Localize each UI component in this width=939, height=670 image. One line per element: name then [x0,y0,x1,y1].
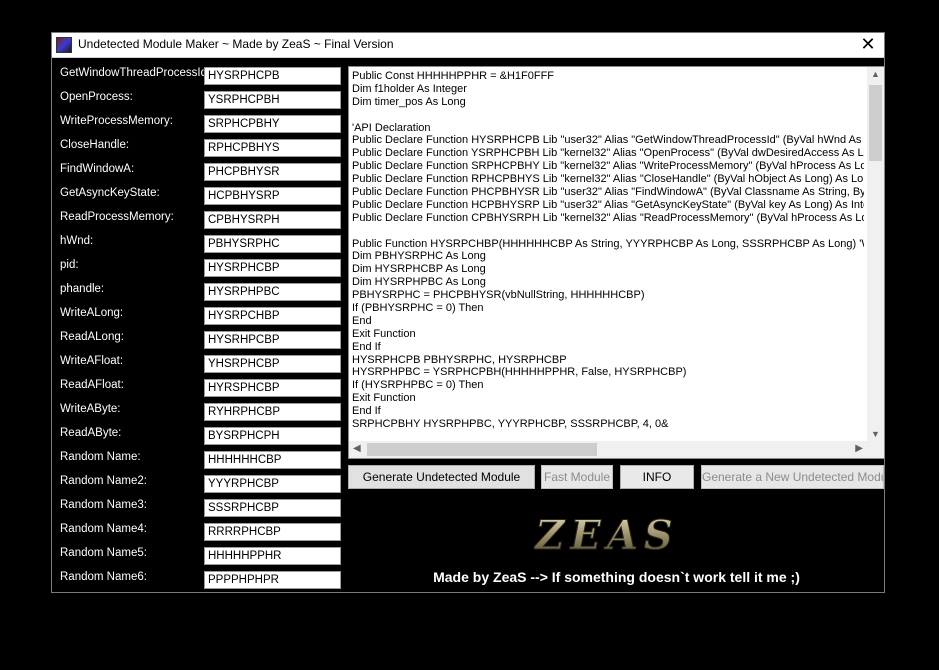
close-button[interactable]: ✕ [852,33,884,57]
field-label: WriteProcessMemory: [60,115,173,127]
code-line: Public Declare Function HYSRPHCPB Lib "u… [352,134,864,147]
field-label: CloseHandle: [60,139,130,151]
code-line: End If [352,340,381,353]
field-input[interactable]: YSRPHCPBH [204,91,341,109]
code-line: PBHYSRPHC = PHCPBHYSR(vbNullString, HHHH… [352,289,645,302]
fast-module-button[interactable]: Fast Module [541,465,613,489]
code-line: Dim HYSRPHCBP As Long [352,263,486,276]
field-input[interactable]: RRRRPHCBP [204,523,341,541]
field-label: Random Name4: [60,523,147,535]
scroll-left-icon[interactable]: ◀ [353,443,361,454]
field-label: GetWindowThreadProcessId: [60,67,211,79]
field-label: hWnd: [60,235,94,247]
generate-module-button[interactable]: Generate Undetected Module [348,465,535,489]
field-label: Random Name2: [60,475,147,487]
window-title: Undetected Module Maker ~ Made by ZeaS ~… [78,37,394,51]
field-label: WriteAFloat: [60,355,124,367]
code-line: HYSRPHPBC = YSRPHCPBH(HHHHHPPHR, False, … [352,366,687,379]
field-input[interactable]: PHCPBHYSR [204,163,341,181]
field-label: WriteAByte: [60,403,121,415]
field-input[interactable]: HYSRHPCBP [204,331,341,349]
field-label: GetAsyncKeyState: [60,187,160,199]
code-line: Public Const HHHHHPPHR = &H1F0FFF [352,70,555,82]
code-line: Public Declare Function PHCPBHYSR Lib "u… [352,186,864,199]
code-line: Public Declare Function CPBHYSRPH Lib "k… [352,211,864,224]
field-input[interactable]: SSSRPHCBP [204,499,341,517]
field-label: OpenProcess: [60,91,133,103]
field-label: WriteALong: [60,307,124,319]
field-input[interactable]: BYSRPHCPH [204,427,341,445]
field-input[interactable]: RYHRPHCBP [204,403,341,421]
code-line: Exit Function [352,327,416,340]
code-line: Public Function HYSRPCHBP(HHHHHHCBP As S… [352,237,864,250]
zeas-logo: ZEAS [533,512,679,560]
code-line: Public Declare Function HCPBHYSRP Lib "u… [352,198,864,211]
code-line: If (PBHYSRPHC = 0) Then [352,302,484,315]
code-line: 'API Declaration [352,121,431,134]
field-label: pid: [60,259,79,271]
field-input[interactable]: HCPBHYSRP [204,187,341,205]
field-label: ReadProcessMemory: [60,211,174,223]
code-line: End [352,314,372,327]
field-label: FindWindowA: [60,163,135,175]
main-window: Undetected Module Maker ~ Made by ZeaS ~… [51,32,885,593]
vertical-scrollbar[interactable]: ▲ ▼ [867,67,884,441]
scroll-corner [867,441,884,458]
field-input[interactable]: HYRSPHCBP [204,379,341,397]
scroll-right-icon[interactable]: ▶ [855,443,863,454]
field-label: Random Name5: [60,547,147,559]
field-input[interactable]: SRPHCPBHY [204,115,341,133]
code-line: HYSRPHCPB PBHYSRPHC, HYSRPHCBP [352,353,567,366]
field-input[interactable]: HYSRPHCBP [204,259,341,277]
code-line: Public Declare Function SRPHCPBHY Lib "k… [352,160,864,173]
horizontal-scrollbar[interactable]: ◀ ▶ [349,441,867,458]
code-output[interactable]: Public Const HHHHHPPHR = &H1F0FFF Dim f1h… [348,66,885,459]
field-input[interactable]: YYYRPHCBP [204,475,341,493]
code-line: Dim PBHYSRPHC As Long [352,250,486,263]
code-line: Public Declare Function YSRPHCPBH Lib "k… [352,147,864,160]
field-label: ReadAByte: [60,427,122,439]
generate-new-module-button[interactable]: Generate a New Undetected Module [701,465,884,489]
code-line: Dim timer_pos As Long [352,95,466,108]
field-label: Random Name: [60,451,141,463]
field-input[interactable]: PBHYSRPHC [204,235,341,253]
scroll-up-icon[interactable]: ▲ [867,69,884,79]
field-input[interactable]: HYSRPCHBP [204,307,341,325]
field-input[interactable]: YHSRPHCBP [204,355,341,373]
code-line: Dim HYSRPHPBC As Long [352,276,486,289]
vertical-scroll-thumb[interactable] [869,85,882,161]
scroll-down-icon[interactable]: ▼ [867,429,884,439]
field-input[interactable]: RPHCPBHYS [204,139,341,157]
field-label: ReadAFloat: [60,379,124,391]
code-line: Public Declare Function RPHCPBHYS Lib "k… [352,173,864,186]
field-input[interactable]: HYSRPHPBC [204,283,341,301]
field-label: ReadALong: [60,331,124,343]
field-input[interactable]: HHHHHHCBP [204,451,341,469]
code-line: End If [352,405,381,418]
field-label: Random Name6: [60,571,147,583]
code-text[interactable]: Public Const HHHHHPPHR = &H1F0FFF Dim f1h… [352,70,864,436]
code-line: Dim f1holder As Integer [352,82,467,95]
app-icon [56,37,72,53]
field-input[interactable]: HHHHHPPHR [204,547,341,565]
title-bar[interactable]: Undetected Module Maker ~ Made by ZeaS ~… [52,33,884,58]
code-line: SRPHCPBHY HYSRPHPBC, YYYRPHCBP, SSSRPHCB… [352,418,669,431]
field-label: phandle: [60,283,105,295]
field-input[interactable]: CPBHYSRPH [204,211,341,229]
info-button[interactable]: INFO [620,465,694,489]
field-label: Random Name3: [60,499,147,511]
code-line: If (HYSRPHPBC = 0) Then [352,379,484,392]
field-input[interactable]: PPPPHPHPR [204,571,341,589]
horizontal-scroll-thumb[interactable] [367,443,597,456]
field-input[interactable]: HYSRPHCPB [204,67,341,85]
tagline-text: Made by ZeaS --> If something doesn`t wo… [433,569,800,585]
logo-text: ZEAS [533,512,679,559]
code-line: Exit Function [352,392,416,405]
